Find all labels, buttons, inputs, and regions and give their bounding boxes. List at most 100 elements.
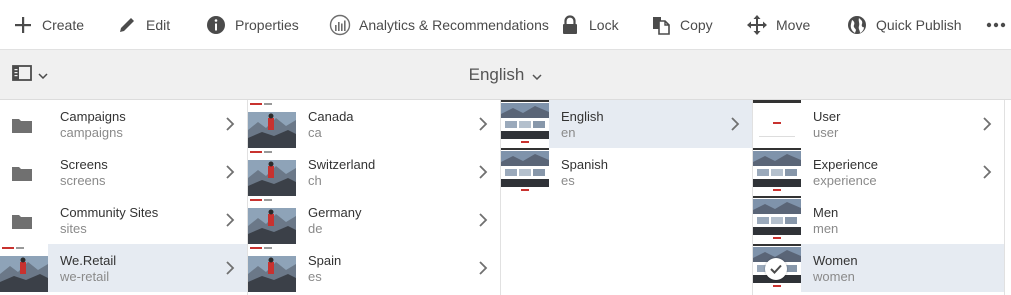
info-icon xyxy=(205,14,227,36)
copy-button[interactable]: Copy xyxy=(650,0,713,50)
chevron-right-icon xyxy=(479,213,488,227)
move-button[interactable]: Move xyxy=(746,0,810,50)
item-title: Spanish xyxy=(561,157,608,172)
item-title: Community Sites xyxy=(60,205,159,220)
column-item-de[interactable]: Germany de xyxy=(248,196,500,244)
chevron-right-icon xyxy=(226,213,235,227)
globe-icon xyxy=(846,14,868,36)
chevron-right-icon xyxy=(479,261,488,275)
folder-icon xyxy=(12,215,32,229)
item-path-name: es xyxy=(308,269,322,284)
item-path-name: men xyxy=(813,221,839,236)
current-path-title[interactable]: English xyxy=(469,65,543,85)
item-path-name: screens xyxy=(60,173,106,188)
chevron-right-icon xyxy=(479,165,488,179)
page-thumbnail xyxy=(248,100,296,148)
analytics-icon xyxy=(329,14,351,36)
analytics-button[interactable]: Analytics & Recommendations xyxy=(329,0,549,50)
action-toolbar: Create Edit Properties Analytics & Recom… xyxy=(0,0,1011,50)
folder-thumbnail xyxy=(0,196,48,244)
rail-toggle-button[interactable] xyxy=(12,63,48,87)
move-label: Move xyxy=(776,17,811,33)
item-title: Spain xyxy=(308,253,342,268)
page-thumbnail-image xyxy=(0,244,48,292)
column-item-campaigns[interactable]: Campaigns campaigns xyxy=(0,100,247,148)
copy-label: Copy xyxy=(680,17,713,33)
page-thumbnail xyxy=(501,148,549,196)
column-item-es[interactable]: Spanish es xyxy=(501,148,752,196)
properties-label: Properties xyxy=(235,17,299,33)
column-item-en[interactable]: English en xyxy=(501,100,752,148)
column-we-retail: Canada ca Switzerland ch Germany de Spain es xyxy=(248,100,501,295)
analytics-label: Analytics & Recommendations xyxy=(359,17,549,33)
folder-icon xyxy=(12,119,32,133)
create-label: Create xyxy=(42,17,85,33)
column-country: English en Spanish es xyxy=(501,100,753,295)
more-icon xyxy=(986,22,1006,28)
item-path-name: en xyxy=(561,125,576,140)
chevron-right-icon xyxy=(226,117,235,131)
page-thumbnail-image xyxy=(248,244,296,292)
item-title: Screens xyxy=(60,157,108,172)
item-title: User xyxy=(813,109,841,124)
page-thumbnail xyxy=(248,148,296,196)
page-thumbnail xyxy=(753,196,801,244)
item-path-name: women xyxy=(813,269,855,284)
column-item-es[interactable]: Spain es xyxy=(248,244,500,292)
page-thumbnail xyxy=(501,100,549,148)
column-view-header: English xyxy=(0,50,1011,100)
item-path-name: we-retail xyxy=(60,269,110,284)
edit-button[interactable]: Edit xyxy=(116,0,170,50)
item-title: Campaigns xyxy=(60,109,126,124)
column-view: Campaigns campaigns Screens screens Communit… xyxy=(0,100,1011,295)
page-thumbnail-image xyxy=(248,148,296,196)
edit-label: Edit xyxy=(146,17,171,33)
checkmark-icon xyxy=(765,258,787,280)
properties-button[interactable]: Properties xyxy=(205,0,299,50)
create-button[interactable]: Create xyxy=(12,0,84,50)
item-title: We.Retail xyxy=(60,253,117,268)
chevron-down-icon xyxy=(38,66,48,84)
quick-publish-label: Quick Publish xyxy=(876,17,962,33)
column-item-ch[interactable]: Switzerland ch xyxy=(248,148,500,196)
copy-icon xyxy=(650,14,672,36)
chevron-right-icon xyxy=(731,117,740,131)
item-path-name: de xyxy=(308,221,323,236)
page-thumbnail xyxy=(753,100,801,148)
column-item-screens[interactable]: Screens screens xyxy=(0,148,247,196)
item-path-name: es xyxy=(561,173,575,188)
column-item-user[interactable]: User user xyxy=(753,100,1004,148)
lock-icon xyxy=(559,14,581,36)
quick-publish-button[interactable]: Quick Publish xyxy=(846,0,962,50)
column-item-women[interactable]: Women women xyxy=(753,244,1004,292)
page-thumbnail-image xyxy=(501,148,549,196)
move-icon xyxy=(746,14,768,36)
item-title: Women xyxy=(813,253,858,268)
chevron-right-icon xyxy=(479,117,488,131)
chevron-right-icon xyxy=(983,117,992,131)
column-item-ca[interactable]: Canada ca xyxy=(248,100,500,148)
more-actions-button[interactable] xyxy=(986,0,1006,50)
column-item-men[interactable]: Men men xyxy=(753,196,1004,244)
pencil-icon xyxy=(116,14,138,36)
column-root: Campaigns campaigns Screens screens Communit… xyxy=(0,100,248,295)
rail-panel-icon xyxy=(12,64,32,86)
page-thumbnail-image xyxy=(501,100,549,148)
column-item-experience[interactable]: Experience experience xyxy=(753,148,1004,196)
item-path-name: user xyxy=(813,125,839,140)
page-title: English xyxy=(468,65,525,84)
item-title: Switzerland xyxy=(308,157,376,172)
column-item-we-retail[interactable]: We.Retail we-retail xyxy=(0,244,247,292)
page-thumbnail-image xyxy=(248,100,296,148)
item-title: Experience xyxy=(813,157,879,172)
column-item-sites[interactable]: Community Sites sites xyxy=(0,196,247,244)
folder-icon xyxy=(12,167,32,181)
page-thumbnail-image xyxy=(753,148,801,196)
lock-button[interactable]: Lock xyxy=(559,0,619,50)
lock-label: Lock xyxy=(589,17,619,33)
chevron-down-icon xyxy=(532,65,542,85)
page-thumbnail-image xyxy=(248,196,296,244)
plus-icon xyxy=(12,14,34,36)
page-thumbnail xyxy=(753,148,801,196)
chevron-right-icon xyxy=(226,261,235,275)
